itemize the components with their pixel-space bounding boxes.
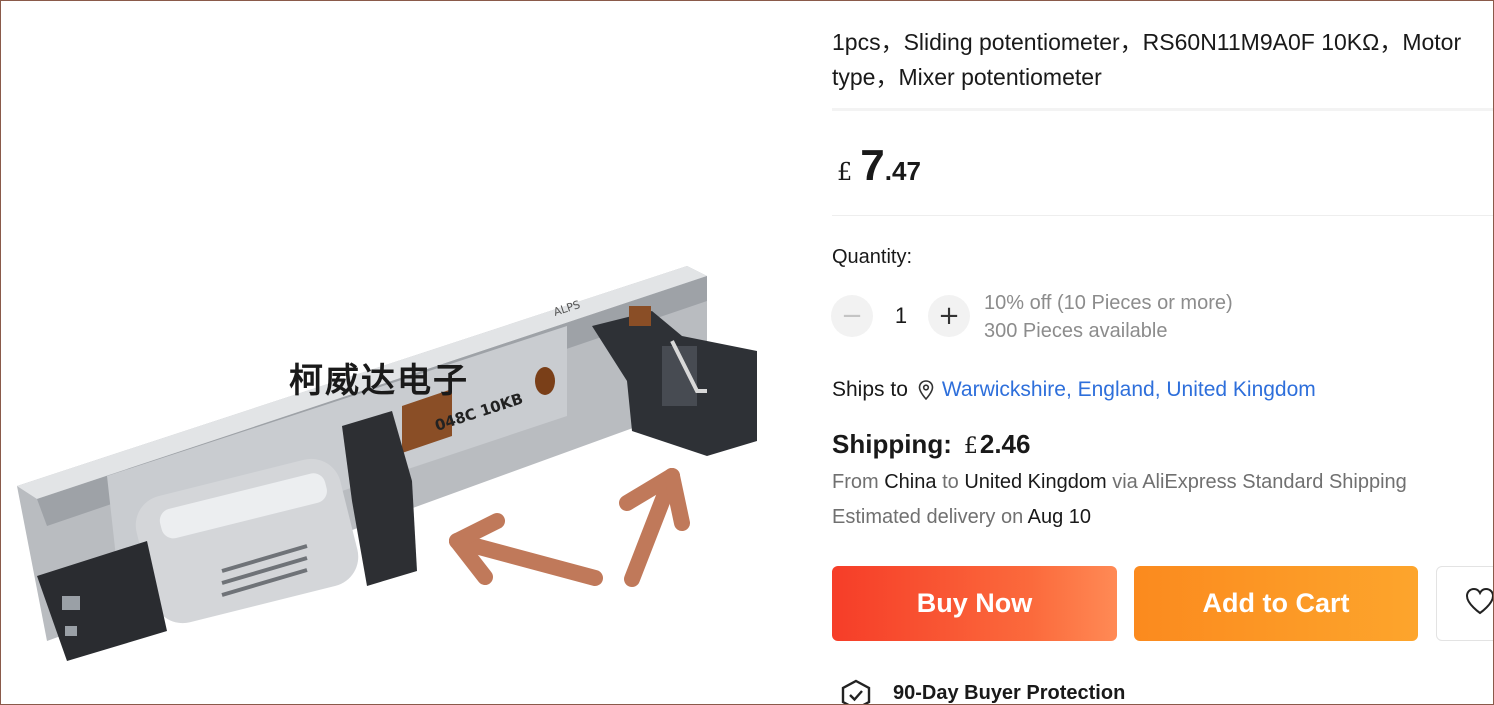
divider (832, 215, 1493, 216)
quantity-increase-button[interactable]: + (928, 295, 970, 337)
buyer-protection: 90-Day Buyer Protection (839, 678, 1126, 704)
shipping-from: China (884, 471, 937, 493)
product-title: 1pcs，Sliding potentiometer，RS60N11M9A0F … (832, 25, 1493, 95)
divider (832, 108, 1493, 111)
product-page: 048C 10KB ALPS 柯威达电子 1pcs，Sliding potent… (0, 0, 1494, 705)
shipping-label: Shipping: (832, 429, 952, 459)
ships-to-location-link[interactable]: Warwickshire, England, United Kingdom (942, 378, 1316, 402)
add-to-cart-button[interactable]: Add to Cart (1134, 566, 1418, 641)
shipping-cost: Shipping: £ 2.46 (832, 429, 1030, 460)
product-title-line: 1pcs，Sliding potentiometer，RS60N11M9A0F … (832, 29, 1462, 55)
heart-icon (1465, 587, 1493, 620)
hole (535, 367, 555, 395)
arrow-up (619, 468, 690, 587)
shield-check-icon (839, 678, 873, 704)
product-title-line: type，Mixer potentiometer (832, 64, 1102, 90)
quantity-info: 10% off (10 Pieces or more) 300 Pieces a… (984, 289, 1233, 345)
ships-to: Ships to Warwickshire, England, United K… (832, 378, 1316, 402)
delivery-date: Aug 10 (1027, 506, 1092, 528)
shipping-to-word: to (942, 471, 959, 493)
slider-contact (629, 306, 651, 326)
buyer-protection-label: 90-Day Buyer Protection (893, 682, 1126, 704)
product-image[interactable]: 048C 10KB ALPS 柯威达电子 (7, 241, 797, 681)
price-integer: 7 (860, 141, 885, 190)
price-currency: £ (837, 158, 853, 186)
left-block-window (62, 596, 80, 610)
discount-note: 10% off (10 Pieces or more) (984, 292, 1233, 314)
estimated-delivery: Estimated delivery on Aug 10 (832, 506, 1091, 529)
shipping-route: From China to United Kingdom via AliExpr… (832, 471, 1407, 494)
delivery-label: Estimated delivery on (832, 506, 1024, 528)
wishlist-button[interactable] (1436, 566, 1493, 641)
quantity-label: Quantity: (832, 246, 913, 268)
quantity-value[interactable]: 1 (881, 303, 921, 329)
arrow-left (449, 513, 603, 586)
location-pin-icon (918, 380, 934, 400)
stock-available: 300 Pieces available (984, 320, 1168, 342)
image-watermark: 柯威达电子 (289, 361, 469, 401)
buy-now-button[interactable]: Buy Now (832, 566, 1117, 641)
shipping-amount: 2.46 (979, 429, 1031, 459)
ships-to-label: Ships to (832, 378, 908, 401)
shipping-from-word: From (832, 471, 879, 493)
price-decimal: .47 (884, 156, 921, 186)
shipping-method: via AliExpress Standard Shipping (1112, 471, 1407, 493)
quantity-decrease-button[interactable]: − (831, 295, 873, 337)
shipping-currency: £ (963, 434, 978, 459)
potentiometer-illustration: 048C 10KB ALPS (17, 266, 757, 661)
product-price: £ 7 .47 (837, 141, 921, 191)
shipping-to: United Kingdom (964, 471, 1107, 493)
left-block-window (65, 626, 77, 636)
